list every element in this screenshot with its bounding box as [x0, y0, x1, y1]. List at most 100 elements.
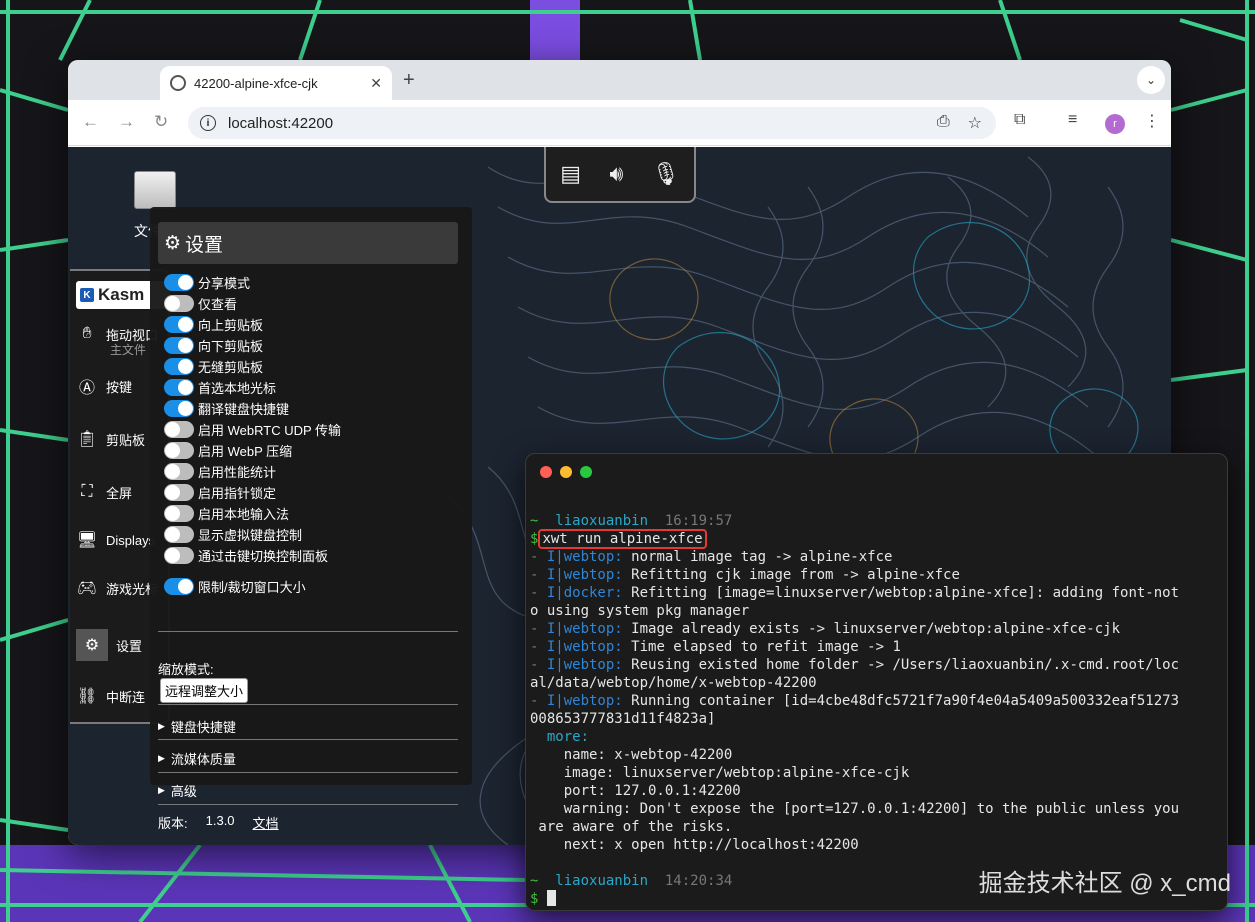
toggle-switch[interactable]: [164, 400, 194, 417]
more-menu-icon[interactable]: ⋮: [1144, 111, 1160, 131]
extensions-puzzle-icon[interactable]: ⧉: [1014, 111, 1025, 129]
settings-toggle-row[interactable]: 分享模式: [164, 273, 250, 292]
profile-avatar[interactable]: r: [1105, 114, 1125, 134]
toggle-switch[interactable]: [164, 484, 194, 501]
prompt-time: 16:19:57: [664, 513, 733, 529]
sidebar-item-fullscreen[interactable]: ⛶ 全屏: [76, 481, 132, 503]
toggle-switch[interactable]: [164, 358, 194, 375]
terminal-line: port: 127.0.0.1:42200: [530, 782, 1223, 800]
terminal-output[interactable]: ~ liaoxuanbin 16:19:57 $ xwt run alpine-xf…: [530, 512, 1223, 908]
toggle-switch[interactable]: [164, 442, 194, 459]
gear-icon: ⚙: [76, 629, 108, 661]
browser-tab[interactable]: 42200-alpine-xfce-cjk ✕: [160, 66, 392, 100]
section-stream-quality[interactable]: ▶ 流媒体质量: [158, 749, 236, 768]
sidebar-item-clipboard[interactable]: 📋︎ 剪贴板: [76, 428, 145, 450]
toggle-switch[interactable]: [164, 316, 194, 333]
tab-search-button[interactable]: ⌄: [1137, 66, 1165, 94]
tab-title: 42200-alpine-xfce-cjk: [194, 75, 318, 91]
toggle-switch[interactable]: [164, 421, 194, 438]
sidebar-item-game-cursor[interactable]: 🎮︎ 游戏光标: [76, 577, 158, 599]
reload-button[interactable]: ↻: [154, 112, 168, 132]
settings-toggle-row[interactable]: 启用 WebRTC UDP 传输: [164, 420, 341, 439]
microphone-icon[interactable]: 🎙︎: [652, 161, 680, 187]
terminal-window[interactable]: ~ liaoxuanbin 16:19:57 $ xwt run alpine-xf…: [525, 453, 1228, 911]
log-dash: -: [530, 693, 547, 709]
terminal-line: $ xwt run alpine-xfce: [530, 529, 1223, 549]
new-tab-button[interactable]: +: [403, 69, 415, 92]
sidebar-item-label: 设置: [116, 638, 143, 654]
toggle-switch[interactable]: [164, 578, 194, 595]
terminal-text: are aware of the risks.: [530, 819, 733, 835]
settings-toggle-row[interactable]: 启用本地输入法: [164, 504, 289, 523]
log-text: normal image tag -> alpine-xfce: [631, 549, 893, 565]
bookmark-star-icon[interactable]: ☆: [968, 113, 982, 133]
close-window-button[interactable]: [540, 466, 552, 478]
address-bar[interactable]: i localhost:42200 ⎙ ☆: [188, 107, 996, 139]
settings-toggle-row[interactable]: 启用性能统计: [164, 462, 276, 481]
sidebar-item-disconnect[interactable]: ⛓︎ 中断连: [76, 685, 145, 707]
terminal-line: more:: [530, 728, 1223, 746]
toggle-knob: [165, 506, 180, 521]
server-icon[interactable]: ▤: [560, 161, 581, 187]
toggle-switch[interactable]: [164, 547, 194, 564]
zoom-window-button[interactable]: [580, 466, 592, 478]
gamepad-icon: 🎮︎: [76, 580, 98, 597]
settings-toggle-row[interactable]: 仅查看: [164, 294, 237, 313]
log-text: Refitting [image=linuxserver/webtop:alpi…: [631, 585, 1180, 601]
sidebar-item-displays[interactable]: 🖥︎ Displays: [76, 529, 155, 551]
toggle-switch[interactable]: [164, 379, 194, 396]
log-text: Refitting cjk image from -> alpine-xfce: [631, 567, 960, 583]
log-dash: -: [530, 567, 547, 583]
toggle-switch[interactable]: [164, 295, 194, 312]
toggle-switch[interactable]: [164, 526, 194, 543]
site-info-icon[interactable]: i: [200, 115, 216, 131]
section-advanced[interactable]: ▶ 高级: [158, 781, 197, 800]
log-text: Image already exists -> linuxserver/webt…: [631, 621, 1121, 637]
settings-toggle-row[interactable]: 首选本地光标: [164, 378, 276, 397]
toggle-switch[interactable]: [164, 463, 194, 480]
log-tag: I|webtop:: [546, 639, 623, 655]
prompt-user: liaoxuanbin: [555, 513, 649, 529]
toggle-label: 启用性能统计: [198, 465, 277, 480]
prompt-time: 14:20:34: [664, 873, 733, 889]
settings-toggle-row[interactable]: 通过击键切换控制面板: [164, 546, 328, 565]
log-dash: -: [530, 549, 547, 565]
docs-link[interactable]: 文档: [253, 813, 279, 832]
watermark: 掘金技术社区 @ x_cmd: [978, 870, 1231, 897]
settings-toggle-row[interactable]: 限制/裁切窗口大小: [164, 577, 306, 596]
minimize-window-button[interactable]: [560, 466, 572, 478]
back-button[interactable]: ←: [82, 112, 99, 132]
sidebar-item-settings[interactable]: ⚙ 设置: [76, 629, 142, 661]
terminal-text: image: linuxserver/webtop:alpine-xfce-cj…: [530, 765, 910, 781]
terminal-text: al/data/webtop/home/x-webtop-42200: [530, 675, 817, 691]
settings-toggle-row[interactable]: 无缝剪贴板: [164, 357, 263, 376]
settings-toggle-row[interactable]: 启用指针锁定: [164, 483, 276, 502]
url-text[interactable]: localhost:42200: [228, 115, 333, 132]
settings-toggle-row[interactable]: 翻译键盘快捷键: [164, 399, 289, 418]
toggle-switch[interactable]: [164, 505, 194, 522]
settings-toggle-row[interactable]: 启用 WebP 压缩: [164, 441, 292, 460]
media-controls-icon[interactable]: ≡: [1068, 111, 1077, 129]
prompt-tilde: ~: [530, 513, 556, 529]
section-keyboard-shortcuts[interactable]: ▶ 键盘快捷键: [158, 717, 236, 736]
install-app-icon[interactable]: ⎙: [937, 113, 950, 133]
log-tag: I|webtop:: [546, 549, 623, 565]
settings-toggle-row[interactable]: 向上剪贴板: [164, 315, 263, 334]
divider: [158, 704, 458, 705]
scale-mode-select[interactable]: 远程调整大小: [160, 678, 249, 703]
toggle-knob: [165, 422, 180, 437]
forward-button[interactable]: →: [118, 112, 135, 132]
settings-toggle-row[interactable]: 向下剪贴板: [164, 336, 263, 355]
settings-toggle-row[interactable]: 显示虚拟键盘控制: [164, 525, 302, 544]
toggle-switch[interactable]: [164, 274, 194, 291]
tab-close-icon[interactable]: ✕: [370, 75, 382, 92]
log-tag: I|docker:: [546, 585, 623, 601]
sidebar-item-keys[interactable]: Ⓐ 按键: [76, 375, 132, 398]
toggle-knob: [178, 380, 193, 395]
toggle-switch[interactable]: [164, 337, 194, 354]
volume-icon[interactable]: 🔊︎: [609, 161, 623, 187]
